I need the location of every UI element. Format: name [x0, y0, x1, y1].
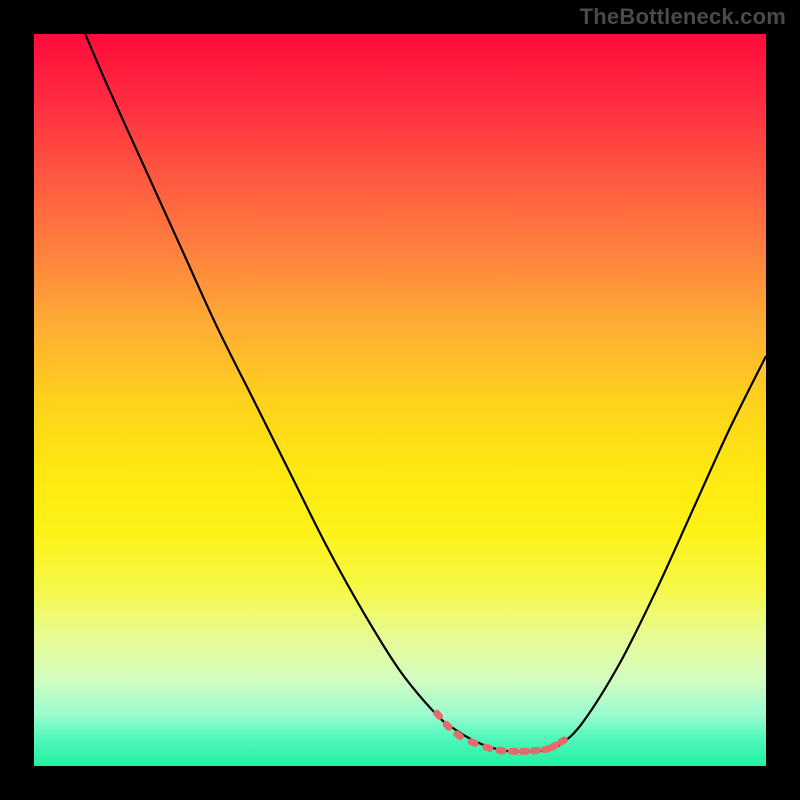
bottleneck-curve-path: [85, 34, 766, 752]
minimum-marker: [519, 748, 530, 755]
minimum-marker: [530, 747, 542, 755]
chart-frame: TheBottleneck.com: [0, 0, 800, 800]
minimum-marker: [452, 729, 465, 741]
watermark-text: TheBottleneck.com: [580, 4, 786, 30]
minimum-marker: [508, 748, 519, 755]
plot-area: [34, 34, 766, 766]
minimum-markers: [432, 708, 569, 755]
minimum-marker: [495, 746, 507, 754]
curve-layer: [34, 34, 766, 766]
